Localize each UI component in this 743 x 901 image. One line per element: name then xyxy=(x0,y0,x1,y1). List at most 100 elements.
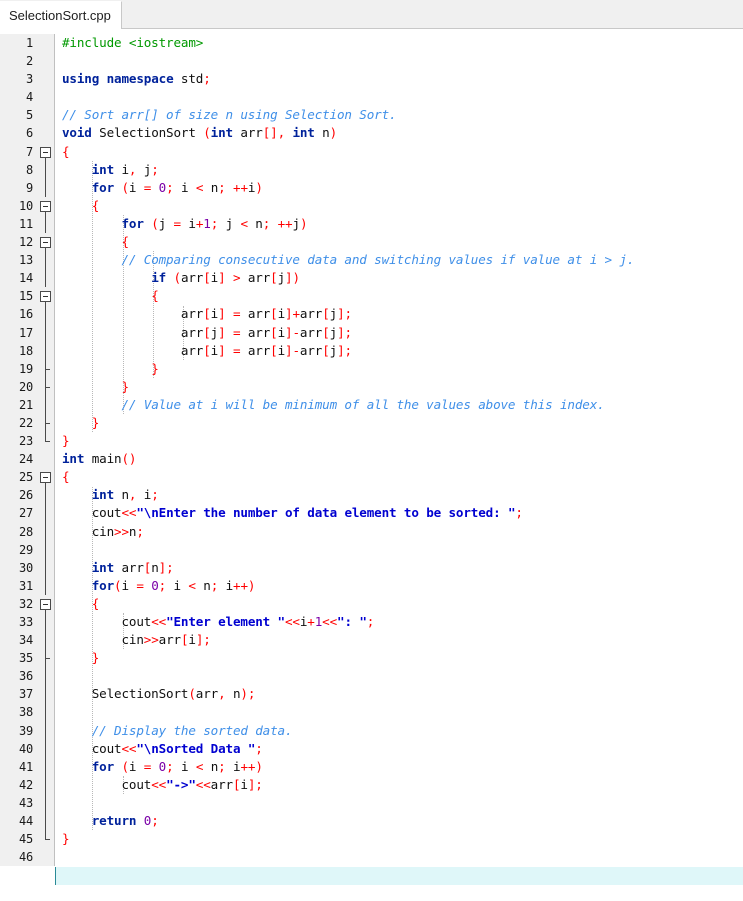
code-line[interactable]: 40 cout<<"\nSorted Data "; xyxy=(0,739,743,758)
code-text[interactable]: } xyxy=(55,414,743,432)
code-text[interactable]: for (j = i+1; j < n; ++j) xyxy=(55,215,743,233)
code-line[interactable]: 42 cout<<"->"<<arr[i]; xyxy=(0,775,743,794)
fold-collapse-icon[interactable] xyxy=(40,200,51,212)
code-text[interactable]: return 0; xyxy=(55,812,743,830)
code-text[interactable]: for (i = 0; i < n; i++) xyxy=(55,758,743,776)
code-text[interactable]: // Sort arr[] of size n using Selection … xyxy=(55,106,743,124)
code-line[interactable]: 18 arr[i] = arr[i]-arr[j]; xyxy=(0,341,743,360)
code-line[interactable]: 21 // Value at i will be minimum of all … xyxy=(0,395,743,414)
fold-collapse-icon[interactable] xyxy=(40,291,51,303)
code-line[interactable]: 25 { xyxy=(0,468,743,487)
fold-marker-box[interactable] xyxy=(38,594,54,613)
code-line[interactable]: 2 xyxy=(0,52,743,71)
code-text[interactable]: cout<<"Enter element "<<i+1<<": "; xyxy=(55,613,743,631)
code-line[interactable]: 31 for(i = 0; i < n; i++) xyxy=(0,576,743,595)
code-text[interactable] xyxy=(55,52,743,70)
code-text[interactable]: #include <iostream> xyxy=(55,34,743,52)
code-line[interactable]: 33 cout<<"Enter element "<<i+1<<": "; xyxy=(0,613,743,632)
editor-viewport[interactable]: 1 #include <iostream> 2 3 using namespace st… xyxy=(0,29,743,901)
code-text[interactable]: { xyxy=(55,197,743,215)
code-text[interactable]: } xyxy=(55,378,743,396)
code-line[interactable]: 9 for (i = 0; i < n; ++i) xyxy=(0,178,743,197)
code-line[interactable]: 43 xyxy=(0,793,743,813)
code-text[interactable]: void SelectionSort (int arr[], int n) xyxy=(55,124,743,142)
code-line[interactable]: 26 int n, i; xyxy=(0,486,743,505)
code-text[interactable]: { xyxy=(55,233,743,251)
code-line[interactable]: 36 xyxy=(0,667,743,686)
code-text[interactable]: int arr[n]; xyxy=(55,559,743,577)
code-text[interactable]: int n, i; xyxy=(55,486,743,504)
code-text[interactable] xyxy=(55,703,743,721)
code-line[interactable]: 8 int i, j; xyxy=(0,160,743,179)
code-line[interactable]: 13 // Comparing consecutive data and swi… xyxy=(0,251,743,270)
code-line[interactable]: 34 cin>>arr[i]; xyxy=(0,631,743,650)
fold-marker-box[interactable] xyxy=(38,196,54,215)
code-line[interactable]: 1 #include <iostream> xyxy=(0,34,743,53)
code-line[interactable]: 19 } xyxy=(0,359,743,378)
code-text[interactable] xyxy=(55,667,743,685)
code-line[interactable]: 32 { xyxy=(0,594,743,613)
code-line[interactable]: 15 { xyxy=(0,287,743,306)
code-line[interactable]: 29 xyxy=(0,540,743,559)
code-line[interactable]: 4 xyxy=(0,88,743,107)
code-text[interactable]: // Comparing consecutive data and switch… xyxy=(55,251,743,269)
code-text[interactable]: if (arr[i] > arr[j]) xyxy=(55,269,743,287)
code-text[interactable]: // Display the sorted data. xyxy=(55,722,743,740)
code-text[interactable]: { xyxy=(55,287,743,305)
code-text[interactable]: // Value at i will be minimum of all the… xyxy=(55,396,743,414)
code-line[interactable]: 27 cout<<"\nEnter the number of data ele… xyxy=(0,504,743,523)
code-text[interactable]: { xyxy=(55,595,743,613)
code-text[interactable]: } xyxy=(55,432,743,450)
code-text[interactable]: arr[i] = arr[i]+arr[j]; xyxy=(55,305,743,323)
code-line[interactable]: 20 } xyxy=(0,377,743,396)
code-text[interactable]: } xyxy=(55,830,743,848)
code-text[interactable]: { xyxy=(55,143,743,161)
code-line[interactable]: 38 xyxy=(0,703,743,722)
code-line[interactable]: 23} xyxy=(0,432,743,451)
code-text[interactable]: { xyxy=(55,468,743,486)
code-line[interactable]: 46 xyxy=(0,848,743,867)
code-text[interactable]: } xyxy=(55,649,743,667)
fold-marker-box[interactable] xyxy=(38,233,54,252)
code-line[interactable]: 5 // Sort arr[] of size n using Selection… xyxy=(0,106,743,125)
code-text[interactable] xyxy=(55,88,743,106)
code-line[interactable]: 30 int arr[n]; xyxy=(0,558,743,577)
code-text[interactable]: using namespace std; xyxy=(55,70,743,88)
code-text[interactable] xyxy=(55,848,743,866)
code-line[interactable]: 44 return 0; xyxy=(0,812,743,831)
fold-marker-box[interactable] xyxy=(38,142,54,161)
fold-collapse-icon[interactable] xyxy=(40,472,51,484)
code-line[interactable]: 41 for (i = 0; i < n; i++) xyxy=(0,757,743,776)
code-line[interactable]: 12 { xyxy=(0,233,743,252)
fold-collapse-icon[interactable] xyxy=(40,146,51,158)
code-line[interactable]: 16 arr[i] = arr[i]+arr[j]; xyxy=(0,305,743,324)
fold-collapse-icon[interactable] xyxy=(40,598,51,610)
code-line[interactable]: 11 for (j = i+1; j < n; ++j) xyxy=(0,214,743,234)
fold-marker-box[interactable] xyxy=(38,287,54,306)
code-text[interactable]: } xyxy=(55,360,743,378)
code-line[interactable]: 37 SelectionSort(arr, n); xyxy=(0,685,743,704)
code-line[interactable]: 24 int main() xyxy=(0,450,743,469)
code-line[interactable]: 14 if (arr[i] > arr[j]) xyxy=(0,269,743,288)
code-line[interactable]: 39 // Display the sorted data. xyxy=(0,721,743,740)
code-text[interactable]: int i, j; xyxy=(55,161,743,179)
code-text[interactable]: cout<<"\nSorted Data "; xyxy=(55,740,743,758)
code-line[interactable]: 22 } xyxy=(0,413,743,433)
code-text[interactable]: SelectionSort(arr, n); xyxy=(55,685,743,703)
code-text[interactable]: int main() xyxy=(55,450,743,468)
fold-collapse-icon[interactable] xyxy=(40,237,51,249)
code-text[interactable]: cout<<"\nEnter the number of data elemen… xyxy=(55,504,743,522)
code-text[interactable]: cin>>arr[i]; xyxy=(55,631,743,649)
code-text[interactable]: arr[j] = arr[i]-arr[j]; xyxy=(55,324,743,342)
code-text[interactable] xyxy=(55,541,743,559)
code-line[interactable]: 17 arr[j] = arr[i]-arr[j]; xyxy=(0,323,743,342)
code-line[interactable]: 35 } xyxy=(0,649,743,668)
code-text[interactable]: for(i = 0; i < n; i++) xyxy=(55,577,743,595)
code-text[interactable] xyxy=(55,794,743,812)
fold-marker-box[interactable] xyxy=(38,468,54,487)
code-text[interactable]: cout<<"->"<<arr[i]; xyxy=(55,776,743,794)
code-text[interactable]: cin>>n; xyxy=(55,523,743,541)
code-text[interactable]: for (i = 0; i < n; ++i) xyxy=(55,179,743,197)
code-line[interactable]: 6 void SelectionSort (int arr[], int n) xyxy=(0,124,743,143)
code-line[interactable]: 10 { xyxy=(0,196,743,215)
